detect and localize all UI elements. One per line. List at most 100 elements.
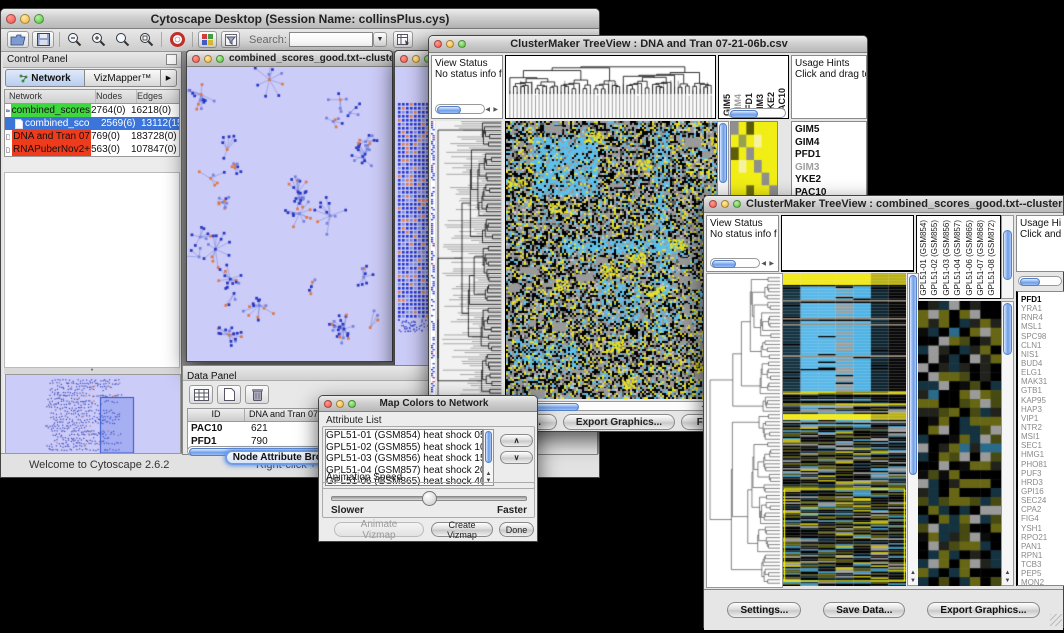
- search-dropdown-button[interactable]: ▼: [373, 32, 387, 47]
- minimize-button[interactable]: [412, 55, 420, 63]
- treeview2-titlebar[interactable]: ClusterMaker TreeView : combined_scores_…: [704, 196, 1063, 213]
- column-label[interactable]: GPL51-08 (GSM872): [987, 220, 996, 296]
- gene-label[interactable]: SEC24: [1021, 496, 1064, 505]
- global-heatmap[interactable]: [783, 273, 906, 586]
- zoom-vscrollbar[interactable]: ▲ ▼: [1001, 301, 1014, 586]
- gene-label[interactable]: RPO21: [1021, 533, 1064, 542]
- export-graphics-button[interactable]: Export Graphics...: [563, 414, 675, 430]
- network-overview-navigator[interactable]: [5, 374, 181, 456]
- gene-label[interactable]: GPI16: [1021, 487, 1064, 496]
- gene-label[interactable]: YRA1: [1021, 304, 1064, 313]
- gene-label[interactable]: RNR4: [1021, 313, 1064, 322]
- animate-vizmap-button[interactable]: Animate Vizmap: [334, 522, 424, 537]
- gene-label[interactable]: SEC1: [1021, 441, 1064, 450]
- zoom-button[interactable]: [34, 14, 44, 24]
- gene-label[interactable]: NTR2: [1021, 423, 1064, 432]
- row-label[interactable]: PFD1: [795, 149, 866, 162]
- close-button[interactable]: [6, 14, 16, 24]
- gene-label[interactable]: CPA2: [1021, 505, 1064, 514]
- gene-label[interactable]: VIP1: [1021, 414, 1064, 423]
- gene-label[interactable]: MSI1: [1021, 432, 1064, 441]
- create-vizmap-button[interactable]: Create Vizmap: [431, 522, 493, 537]
- minimize-button[interactable]: [20, 14, 30, 24]
- filter-icon[interactable]: [221, 31, 240, 48]
- gene-label[interactable]: MAK31: [1021, 377, 1064, 386]
- attribute-list-item[interactable]: GPL51-03 (GSM856) heat shock 15 min: [326, 453, 482, 465]
- network-canvas[interactable]: [187, 67, 392, 361]
- column-label[interactable]: GPL51-02 (GSM855): [930, 220, 939, 296]
- scroll-right-arrow[interactable]: ▶: [769, 260, 774, 267]
- resize-grip[interactable]: [1050, 614, 1062, 626]
- usage-hints-scrollbar[interactable]: [1018, 276, 1062, 286]
- gene-label[interactable]: RPN1: [1021, 551, 1064, 560]
- zoom-out-icon[interactable]: [64, 31, 85, 48]
- close-button[interactable]: [709, 200, 717, 208]
- zoom-button[interactable]: [458, 40, 466, 48]
- data-col-id[interactable]: ID: [188, 409, 245, 421]
- scroll-up-arrow[interactable]: ▲: [484, 471, 493, 477]
- attribute-list-scrollbar[interactable]: ▲ ▼: [483, 429, 494, 486]
- open-folder-icon[interactable]: [7, 31, 29, 48]
- gene-label[interactable]: TCB3: [1021, 560, 1064, 569]
- col-header-nodes[interactable]: Nodes: [96, 90, 137, 103]
- column-labels-scrollbar[interactable]: [1001, 215, 1014, 299]
- minimize-button[interactable]: [336, 400, 344, 408]
- view-status-scrollbar[interactable]: [435, 104, 485, 114]
- row-label[interactable]: GIM3: [795, 162, 866, 175]
- gene-label[interactable]: HMG1: [1021, 450, 1064, 459]
- network-row-combined-scores[interactable]: combined_scores 2764(0) 16218(0): [5, 104, 179, 117]
- column-label[interactable]: GPL51-07 (GSM868): [976, 220, 985, 296]
- export-graphics-button[interactable]: Export Graphics...: [927, 602, 1039, 618]
- zoomed-heatmap[interactable]: [731, 122, 777, 198]
- gene-label[interactable]: PUF3: [1021, 469, 1064, 478]
- network-row-selected[interactable]: combined_sco 2569(6) 13112(15): [5, 117, 179, 130]
- network-view-titlebar[interactable]: combined_scores_good.txt--cluste...: [187, 51, 392, 67]
- attribute-list-item[interactable]: GPL51-02 (GSM855) heat shock 10 min: [326, 442, 482, 454]
- gene-label[interactable]: CLN1: [1021, 341, 1064, 350]
- close-button[interactable]: [434, 40, 442, 48]
- delete-attribute-trash-icon[interactable]: [245, 385, 269, 404]
- row-dendrogram[interactable]: [436, 121, 502, 399]
- gene-label[interactable]: BUD4: [1021, 359, 1064, 368]
- scroll-down-arrow[interactable]: ▼: [1002, 578, 1013, 584]
- zoom-fit-icon[interactable]: [112, 31, 133, 48]
- column-dendrogram[interactable]: [506, 56, 715, 118]
- zoom-button[interactable]: [216, 55, 224, 63]
- tab-more-button[interactable]: ▶: [161, 69, 177, 87]
- row-label[interactable]: GIM5: [795, 124, 866, 137]
- gene-label[interactable]: PHO81: [1021, 460, 1064, 469]
- float-panel-icon[interactable]: [166, 54, 177, 65]
- zoom-button[interactable]: [348, 400, 356, 408]
- close-button[interactable]: [192, 55, 200, 63]
- close-button[interactable]: [400, 55, 408, 63]
- vizmapper-icon[interactable]: [198, 31, 217, 48]
- gene-label[interactable]: PEP5: [1021, 569, 1064, 578]
- column-label[interactable]: GPL51-03 (GSM856): [942, 220, 951, 296]
- zoomed-heatmap[interactable]: [918, 301, 1001, 586]
- network-row-dna-tran[interactable]: DNA and Tran 07 769(0) 183728(0): [5, 130, 179, 143]
- dialog-titlebar[interactable]: Map Colors to Network: [319, 396, 537, 412]
- done-button[interactable]: Done: [499, 522, 534, 537]
- move-up-button[interactable]: ∧: [500, 434, 533, 447]
- gene-label[interactable]: PFD1: [1021, 295, 1064, 304]
- treeview1-titlebar[interactable]: ClusterMaker TreeView : DNA and Tran 07-…: [429, 36, 867, 53]
- gene-label[interactable]: GTB1: [1021, 386, 1064, 395]
- column-label[interactable]: GPL51-01 (GSM854): [919, 220, 928, 296]
- table-view-icon[interactable]: [189, 385, 213, 404]
- gene-label[interactable]: ELG1: [1021, 368, 1064, 377]
- zoom-hscrollbar[interactable]: [728, 108, 786, 118]
- slider-thumb[interactable]: [422, 491, 437, 506]
- scroll-left-arrow[interactable]: ◀: [761, 260, 766, 267]
- scroll-up-arrow[interactable]: ▲: [1002, 570, 1013, 576]
- gene-label[interactable]: PAN1: [1021, 542, 1064, 551]
- column-dendrogram-area[interactable]: [781, 215, 914, 272]
- main-titlebar[interactable]: Cytoscape Desktop (Session Name: collins…: [1, 9, 599, 29]
- scroll-right-arrow[interactable]: ▶: [493, 106, 498, 113]
- column-label[interactable]: GPL51-06 (GSM865): [965, 220, 974, 296]
- scroll-left-arrow[interactable]: ◀: [485, 106, 490, 113]
- settings-button[interactable]: Settings...: [727, 602, 801, 618]
- gene-label[interactable]: NIS1: [1021, 350, 1064, 359]
- close-button[interactable]: [324, 400, 332, 408]
- minimize-button[interactable]: [204, 55, 212, 63]
- gene-label[interactable]: MSL1: [1021, 322, 1064, 331]
